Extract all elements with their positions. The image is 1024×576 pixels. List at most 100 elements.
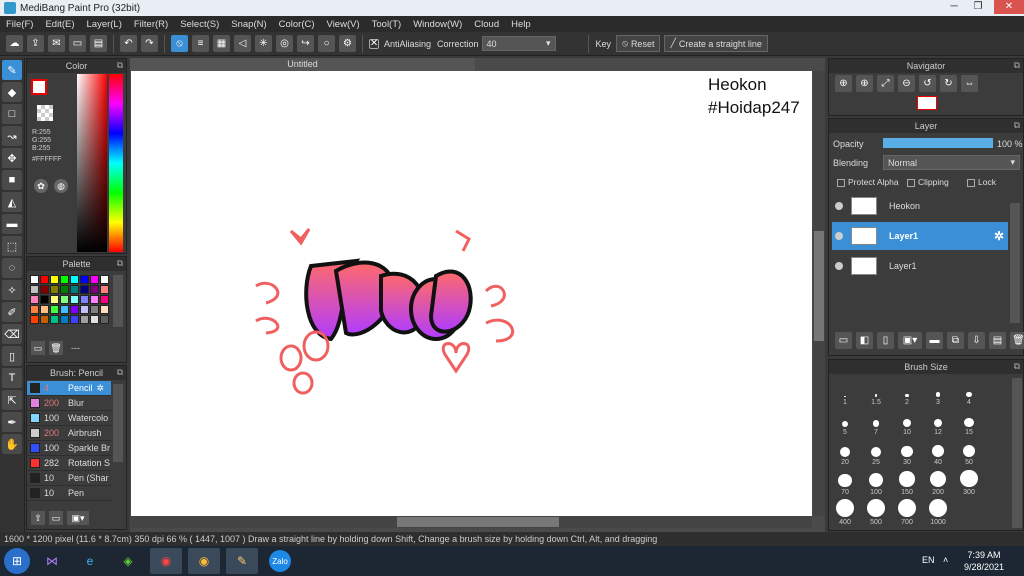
palette-swatch[interactable] bbox=[70, 315, 79, 324]
duplicate-layer-icon[interactable]: ⧉ bbox=[947, 332, 964, 349]
brush-item[interactable]: 282 Rotation S bbox=[27, 456, 111, 471]
palette-swatch[interactable] bbox=[100, 315, 109, 324]
menu-filter[interactable]: Filter(R) bbox=[134, 19, 168, 30]
share-icon[interactable]: ⇪ bbox=[27, 35, 44, 52]
close-button[interactable]: ✕ bbox=[994, 0, 1024, 14]
concentric-snap-icon[interactable]: ◎ bbox=[276, 35, 293, 52]
palette-swatch[interactable] bbox=[60, 275, 69, 284]
palette-swatch[interactable] bbox=[50, 315, 59, 324]
eye-icon[interactable] bbox=[835, 262, 843, 270]
palette-swatch[interactable] bbox=[60, 295, 69, 304]
gear-icon[interactable]: ✲ bbox=[994, 229, 1004, 243]
brush-tool-icon[interactable]: ✎ bbox=[2, 60, 22, 80]
palette-swatch[interactable] bbox=[40, 275, 49, 284]
lock-checkbox[interactable] bbox=[967, 178, 975, 187]
palette-swatch[interactable] bbox=[80, 315, 89, 324]
palette-swatch[interactable] bbox=[90, 285, 99, 294]
menu-cloud[interactable]: Cloud bbox=[474, 19, 499, 30]
palette-swatch[interactable] bbox=[60, 285, 69, 294]
zalo-icon[interactable]: Zalo bbox=[264, 548, 296, 574]
menu-tool[interactable]: Tool(T) bbox=[372, 19, 402, 30]
perspective-snap-icon[interactable]: ◁ bbox=[234, 35, 251, 52]
merge-down-icon[interactable]: ⇩ bbox=[968, 332, 985, 349]
eye-icon[interactable] bbox=[835, 232, 843, 240]
internet-explorer-icon[interactable]: e bbox=[74, 548, 106, 574]
brush-size-option[interactable]: 20 bbox=[830, 436, 860, 466]
detach-icon[interactable]: ⧉ bbox=[1014, 361, 1020, 372]
gradient-tool-icon[interactable]: ▬ bbox=[2, 214, 22, 234]
canvas-horizontal-scrollbar[interactable] bbox=[131, 516, 812, 528]
palette-swatch[interactable] bbox=[60, 315, 69, 324]
detach-icon[interactable]: ⧉ bbox=[117, 60, 123, 71]
correction-select[interactable]: 40 ▾ bbox=[481, 36, 556, 51]
detach-icon[interactable]: ⧉ bbox=[1014, 60, 1020, 71]
brush-size-scrollbar[interactable] bbox=[1012, 378, 1022, 528]
palette-swatch[interactable] bbox=[40, 295, 49, 304]
eye-icon[interactable] bbox=[835, 202, 843, 210]
new-halftone-layer-icon[interactable]: ◧ bbox=[856, 332, 873, 349]
palette-swatch[interactable] bbox=[70, 285, 79, 294]
select-tool-icon[interactable]: ⬚ bbox=[2, 236, 22, 256]
palette-swatch[interactable] bbox=[90, 315, 99, 324]
brush-size-option[interactable]: 1 bbox=[830, 376, 860, 406]
brush-size-option[interactable]: 100 bbox=[861, 466, 891, 496]
protect-alpha-checkbox[interactable] bbox=[837, 178, 845, 187]
palette-swatch[interactable] bbox=[70, 305, 79, 314]
brush-item[interactable]: 200 Airbrush bbox=[27, 426, 111, 441]
visual-studio-icon[interactable]: ⋈ bbox=[36, 548, 68, 574]
new-layer-icon[interactable]: ▭ bbox=[835, 332, 852, 349]
color-sliders-icon[interactable]: ◍ bbox=[54, 179, 68, 193]
eraser-tool-icon[interactable]: ◆ bbox=[2, 82, 22, 102]
brush-size-option[interactable]: 300 bbox=[954, 466, 984, 496]
detach-icon[interactable]: ⧉ bbox=[1014, 120, 1020, 131]
brush-scrollbar[interactable] bbox=[113, 384, 123, 462]
palette-swatch[interactable] bbox=[100, 285, 109, 294]
brush-size-option[interactable]: 40 bbox=[923, 436, 953, 466]
snap-off-icon[interactable]: ⦸ bbox=[171, 35, 188, 52]
menu-window[interactable]: Window(W) bbox=[413, 19, 462, 30]
straight-line-button[interactable]: ╱ Create a straight line bbox=[664, 35, 768, 52]
foreground-color-swatch[interactable] bbox=[31, 79, 47, 95]
delete-palette-icon[interactable]: 🗑 bbox=[49, 341, 63, 355]
chrome-icon[interactable]: ◉ bbox=[150, 548, 182, 574]
add-brush-icon[interactable]: ▭ bbox=[49, 511, 63, 525]
palette-swatch[interactable] bbox=[50, 275, 59, 284]
hue-slider[interactable] bbox=[109, 74, 123, 252]
brush-size-option[interactable]: 1.5 bbox=[861, 376, 891, 406]
brush-size-option[interactable]: 70 bbox=[830, 466, 860, 496]
layer-item[interactable]: Heokon bbox=[832, 192, 1008, 220]
copy-layer-icon[interactable]: ▯ bbox=[877, 332, 894, 349]
select-pen-icon[interactable]: ✐ bbox=[2, 302, 22, 322]
brush-item[interactable]: 100 Sparkle Br bbox=[27, 441, 111, 456]
palette-swatch[interactable] bbox=[80, 305, 89, 314]
rotate-right-icon[interactable]: ↻ bbox=[940, 75, 957, 92]
palette-swatch[interactable] bbox=[30, 305, 39, 314]
opacity-slider[interactable] bbox=[883, 138, 993, 148]
brush-size-option[interactable]: 1000 bbox=[923, 496, 953, 526]
blending-select[interactable]: Normal ▾ bbox=[883, 155, 1020, 170]
eyedropper-icon[interactable]: ✒ bbox=[2, 412, 22, 432]
cloud-icon[interactable]: ☁ bbox=[6, 35, 23, 52]
palette-swatch[interactable] bbox=[30, 315, 39, 324]
menu-snap[interactable]: Snap(N) bbox=[231, 19, 266, 30]
brush-size-option[interactable]: 150 bbox=[892, 466, 922, 496]
palette-swatch[interactable] bbox=[50, 305, 59, 314]
brush-size-option[interactable]: 2 bbox=[892, 376, 922, 406]
magic-wand-icon[interactable]: ✧ bbox=[2, 280, 22, 300]
palette-swatch[interactable] bbox=[30, 275, 39, 284]
circle-snap-icon[interactable]: ○ bbox=[318, 35, 335, 52]
navigator-preview[interactable] bbox=[917, 96, 937, 110]
clipping-checkbox[interactable] bbox=[907, 178, 915, 187]
minimize-button[interactable]: ─ bbox=[942, 0, 966, 14]
brush-size-option[interactable]: 400 bbox=[830, 496, 860, 526]
fit-icon[interactable]: ⤢ bbox=[877, 75, 894, 92]
menu-view[interactable]: View(V) bbox=[327, 19, 360, 30]
saturation-value-picker[interactable] bbox=[77, 74, 107, 252]
palette-swatch[interactable] bbox=[90, 295, 99, 304]
clock[interactable]: 7:39 AM 9/28/2021 bbox=[964, 549, 1004, 573]
brush-size-option[interactable]: 12 bbox=[923, 406, 953, 436]
lasso-tool-icon[interactable]: ↝ bbox=[2, 126, 22, 146]
brush-size-option[interactable]: 4 bbox=[954, 376, 984, 406]
add-palette-icon[interactable]: ▭ bbox=[31, 341, 45, 355]
curve-snap-icon[interactable]: ↪ bbox=[297, 35, 314, 52]
